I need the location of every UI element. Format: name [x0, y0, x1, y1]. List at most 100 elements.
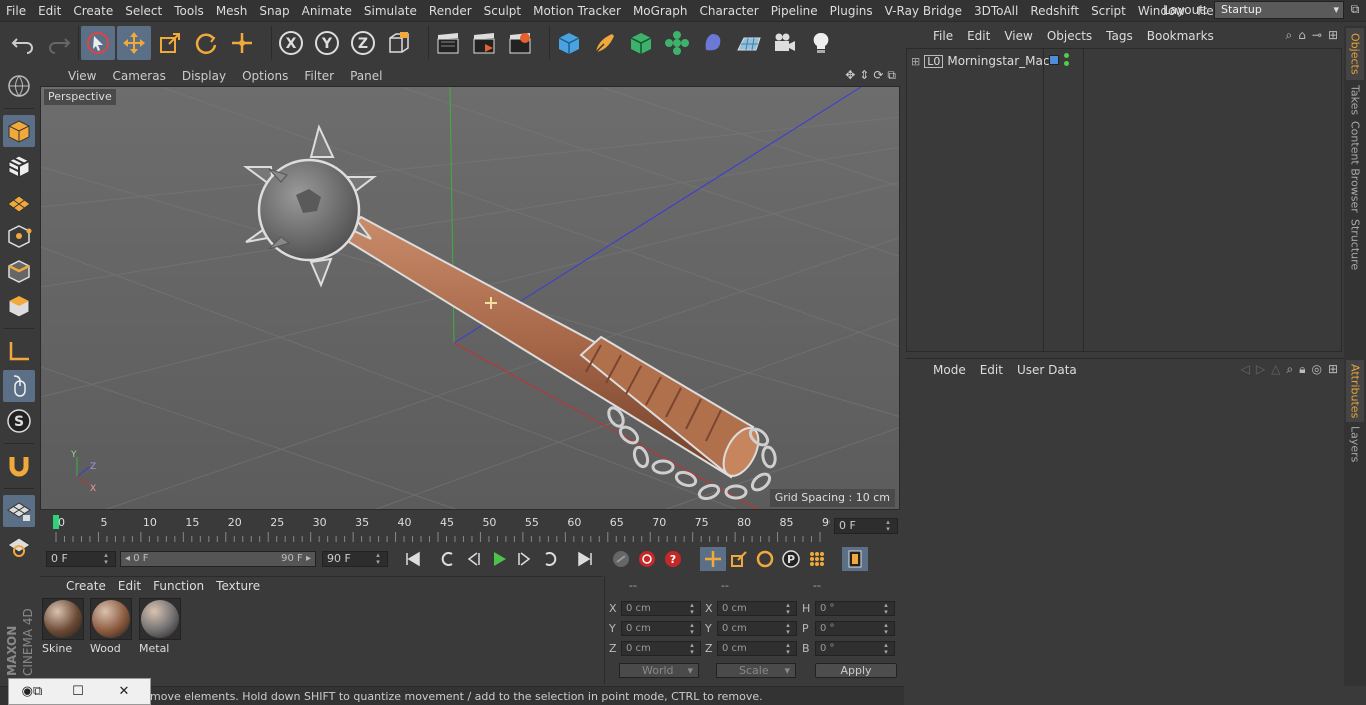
- viewport-menu-view[interactable]: View: [60, 69, 104, 83]
- attributes-menu-mode[interactable]: Mode: [926, 363, 973, 377]
- snapping-button[interactable]: S: [3, 405, 35, 437]
- coordinate-space-dropdown[interactable]: World: [619, 663, 699, 678]
- search-icon[interactable]: ⌕: [1286, 362, 1293, 377]
- next-frame-button[interactable]: [512, 547, 538, 571]
- tab-layers[interactable]: Layers: [1346, 424, 1364, 464]
- material-metal[interactable]: Metal: [139, 598, 183, 658]
- key-position-button[interactable]: [700, 547, 726, 571]
- material-menu-create[interactable]: Create: [60, 579, 112, 593]
- objects-menu-file[interactable]: File: [926, 29, 960, 43]
- transform-tool-button[interactable]: [225, 26, 259, 60]
- render-view-button[interactable]: [431, 26, 465, 60]
- home-icon[interactable]: ⌂: [1298, 28, 1306, 43]
- material-menu-texture[interactable]: Texture: [210, 579, 266, 593]
- object-row[interactable]: ⊞ L0 Morningstar_Mace: [907, 51, 1057, 71]
- menu-render[interactable]: Render: [423, 0, 478, 22]
- dolly-icon[interactable]: ⇕: [859, 68, 869, 83]
- edges-mode-button[interactable]: [3, 255, 35, 287]
- viewport-menu-panel[interactable]: Panel: [342, 69, 390, 83]
- timeline-window-button[interactable]: [842, 547, 868, 571]
- redo-button[interactable]: [42, 26, 76, 60]
- material-menu-function[interactable]: Function: [147, 579, 210, 593]
- record-active-objects-button[interactable]: [634, 547, 660, 571]
- undo-button[interactable]: [6, 26, 40, 60]
- objects-menu-objects[interactable]: Objects: [1040, 29, 1099, 43]
- render-to-picture-viewer-button[interactable]: [467, 26, 501, 60]
- menu-tools[interactable]: Tools: [168, 0, 210, 22]
- attributes-menu-edit[interactable]: Edit: [973, 363, 1010, 377]
- rot-h-field[interactable]: 0 °: [815, 601, 895, 616]
- material-wood[interactable]: Wood: [90, 598, 134, 658]
- magnet-button[interactable]: [3, 450, 35, 482]
- maximize-icon[interactable]: ⧉: [1348, 2, 1362, 16]
- objects-menu-tags[interactable]: Tags: [1099, 29, 1140, 43]
- menu-character[interactable]: Character: [693, 0, 764, 22]
- objects-menu-view[interactable]: View: [997, 29, 1039, 43]
- planar-workplane-button[interactable]: [3, 530, 35, 562]
- forward-arrow-icon[interactable]: ▷: [1256, 362, 1265, 377]
- go-to-end-button[interactable]: [572, 547, 598, 571]
- visibility-dots-icon[interactable]: [1064, 53, 1070, 67]
- size-z-field[interactable]: 0 cm: [717, 641, 797, 656]
- maximize-viewport-icon[interactable]: ⧉: [887, 68, 896, 83]
- locked-workplane-button[interactable]: [3, 495, 35, 527]
- viewport-menu-options[interactable]: Options: [234, 69, 296, 83]
- new-window-icon[interactable]: ⊞: [1328, 28, 1338, 43]
- subdivision-surface-button[interactable]: [624, 26, 658, 60]
- objects-menu-edit[interactable]: Edit: [960, 29, 997, 43]
- coordinate-system-button[interactable]: [382, 26, 416, 60]
- axis-mode-button[interactable]: [3, 335, 35, 367]
- menu-3dtoall[interactable]: 3DToAll: [968, 0, 1024, 22]
- current-frame-field[interactable]: 0 F: [834, 518, 898, 534]
- x-axis-button[interactable]: X: [274, 26, 308, 60]
- render-settings-button[interactable]: [503, 26, 537, 60]
- size-x-field[interactable]: 0 cm: [717, 601, 797, 616]
- menu-create[interactable]: Create: [67, 0, 119, 22]
- key-parameter-button[interactable]: P: [778, 547, 804, 571]
- pen-spline-button[interactable]: [588, 26, 622, 60]
- orbit-icon[interactable]: ⟳: [873, 68, 883, 83]
- material-menu-edit[interactable]: Edit: [112, 579, 147, 593]
- attributes-menu-user-data[interactable]: User Data: [1010, 363, 1084, 377]
- previous-frame-button[interactable]: [460, 547, 486, 571]
- menu-redshift[interactable]: Redshift: [1024, 0, 1085, 22]
- workplane-button[interactable]: [3, 185, 35, 217]
- next-keyframe-button[interactable]: [538, 547, 564, 571]
- rotate-tool-button[interactable]: [189, 26, 223, 60]
- menu-mograph[interactable]: MoGraph: [627, 0, 694, 22]
- key-scale-button[interactable]: [726, 547, 752, 571]
- pos-x-field[interactable]: 0 cm: [621, 601, 701, 616]
- timeline-ruler[interactable]: 0 5 10 15 20 25 30 35 40 45 50 55 60 65 70 75 80 85 90 0 F: [40, 512, 900, 544]
- mace-model[interactable]: [242, 124, 777, 501]
- objects-menu-bookmarks[interactable]: Bookmarks: [1140, 29, 1221, 43]
- tab-structure[interactable]: Structure: [1346, 216, 1364, 274]
- restore-window-button[interactable]: ◉⧉: [9, 679, 55, 705]
- size-y-field[interactable]: 0 cm: [717, 621, 797, 636]
- menu-motion-tracker[interactable]: Motion Tracker: [527, 0, 627, 22]
- deformer-button[interactable]: [696, 26, 730, 60]
- viewport-menu-cameras[interactable]: Cameras: [104, 69, 173, 83]
- back-arrow-icon[interactable]: ◁: [1241, 362, 1250, 377]
- rot-b-field[interactable]: 0 °: [815, 641, 895, 656]
- material-skine[interactable]: Skine: [42, 598, 86, 658]
- layer-color-icon[interactable]: [1049, 55, 1059, 65]
- light-button[interactable]: [804, 26, 838, 60]
- pan-icon[interactable]: ✥: [845, 68, 855, 83]
- key-rotation-button[interactable]: [752, 547, 778, 571]
- z-axis-button[interactable]: Z: [346, 26, 380, 60]
- key-pla-button[interactable]: [804, 547, 830, 571]
- timeline-ticks[interactable]: 0 5 10 15 20 25 30 35 40 45 50 55 60 65 70 75 80 85 90: [50, 512, 830, 544]
- tab-objects[interactable]: Objects: [1346, 28, 1364, 80]
- menu-script[interactable]: Script: [1085, 0, 1132, 22]
- menu-pipeline[interactable]: Pipeline: [765, 0, 824, 22]
- scale-tool-button[interactable]: [153, 26, 187, 60]
- layout-dropdown[interactable]: Startup: [1214, 1, 1344, 19]
- menu-snap[interactable]: Snap: [253, 0, 295, 22]
- lock-icon[interactable]: 🔒︎: [1299, 362, 1305, 377]
- cube-primitive-button[interactable]: [552, 26, 586, 60]
- end-frame-field[interactable]: 90 F: [322, 551, 388, 567]
- points-mode-button[interactable]: [3, 220, 35, 252]
- new-window-icon[interactable]: ⊞: [1328, 362, 1338, 377]
- play-button[interactable]: [486, 547, 512, 571]
- cloner-button[interactable]: [660, 26, 694, 60]
